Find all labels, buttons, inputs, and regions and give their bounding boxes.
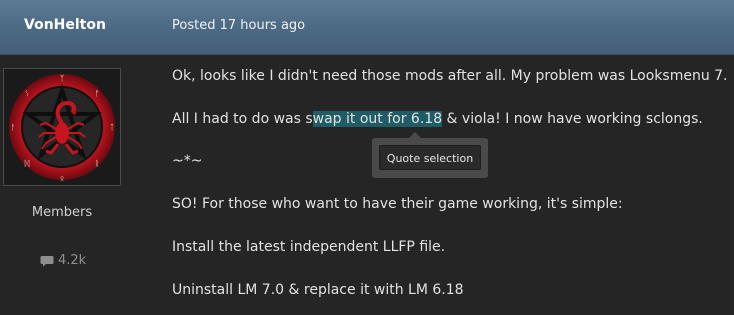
author-name-link[interactable]: VonHelton [24, 17, 106, 33]
svg-text:ᛊ: ᛊ [25, 89, 30, 98]
post-paragraph: Uninstall LM 7.0 & replace it with LM 6.… [172, 282, 464, 298]
post-paragraph: Ok, looks like I didn't need those mods … [172, 68, 728, 84]
svg-text:ᛏ: ᛏ [110, 123, 115, 132]
pentagram-scorpion-avatar-icon: ᛉ ᚠ ᛏ ᚱ ᛟ ᛞ ᚨ ᛊ [4, 69, 120, 185]
reputation-badge: 4.2k [40, 253, 86, 268]
post-date[interactable]: Posted 17 hours ago [172, 18, 305, 33]
forum-post: VonHelton Posted 17 hours ago ᛉ ᚠ ᛏ ᚱ ᛟ [0, 0, 734, 315]
quote-selection-button[interactable]: Quote selection [379, 145, 481, 170]
selected-text-highlight: wap it out for 6.18 [312, 111, 443, 127]
svg-text:ᛉ: ᛉ [60, 74, 65, 83]
svg-text:ᛞ: ᛞ [25, 159, 30, 168]
post-paragraph: ~*~ [172, 153, 203, 169]
post-header: VonHelton Posted 17 hours ago [0, 0, 734, 55]
quote-selection-tooltip: Quote selection [372, 132, 488, 178]
svg-text:ᚱ: ᚱ [95, 159, 100, 168]
svg-text:ᚠ: ᚠ [95, 89, 100, 98]
post-text-segment: & viola! I now have working sclongs. [442, 111, 703, 127]
svg-text:ᛟ: ᛟ [60, 174, 65, 183]
speech-bubble-icon [40, 255, 54, 266]
member-group: Members [31, 205, 93, 220]
post-text-segment: All I had to do was s [172, 111, 313, 127]
reputation-count: 4.2k [58, 253, 87, 268]
post-paragraph: SO! For those who want to have their gam… [172, 196, 623, 212]
svg-text:ᚨ: ᚨ [11, 123, 16, 132]
avatar[interactable]: ᛉ ᚠ ᛏ ᚱ ᛟ ᛞ ᚨ ᛊ [3, 68, 121, 186]
post-paragraph: Install the latest independent LLFP file… [172, 239, 446, 255]
post-paragraph: All I had to do was swap it out for 6.18… [172, 111, 703, 127]
